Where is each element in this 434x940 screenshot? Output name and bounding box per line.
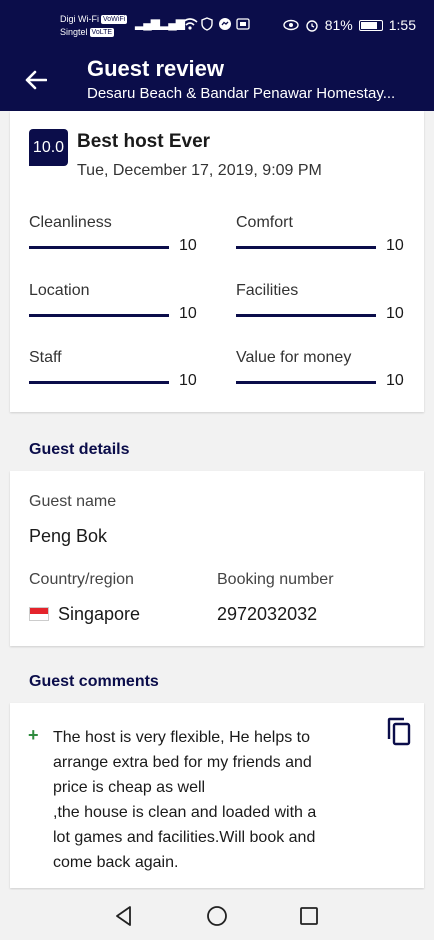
notification-icon — [236, 18, 250, 30]
rating-facilities: Facilities 10 — [236, 282, 416, 322]
messenger-icon — [219, 18, 231, 30]
rating-value: 10 — [179, 237, 197, 254]
battery-icon — [358, 19, 383, 31]
review-date: Tue, December 17, 2019, 9:09 PM — [77, 162, 322, 179]
rating-bar — [29, 381, 169, 384]
nav-back-icon[interactable] — [112, 904, 136, 928]
system-nav-bar — [0, 890, 434, 940]
booking-number-label: Booking number — [217, 571, 334, 588]
alarm-icon — [306, 20, 318, 32]
arrow-left-icon — [25, 70, 47, 90]
country-value: Singapore — [58, 604, 141, 624]
guest-name: Peng Bok — [29, 526, 108, 546]
status-right: 81% 1:55 — [283, 17, 416, 33]
rating-location: Location 10 — [29, 282, 209, 322]
plus-icon: + — [28, 725, 39, 745]
guest-comments-card: + The host is very flexible, He helps to… — [10, 703, 424, 888]
booking-number: 2972032032 — [217, 604, 318, 624]
guest-details-heading: Guest details — [29, 441, 130, 458]
clock: 1:55 — [388, 17, 416, 33]
review-title: Best host Ever — [77, 131, 211, 152]
carrier2-tag: VoLTE — [89, 28, 115, 38]
back-button[interactable] — [16, 60, 56, 100]
property-name: Desaru Beach & Bandar Penawar Homestay..… — [87, 85, 396, 102]
carrier1-name: Digi Wi-Fi — [60, 14, 99, 24]
rating-staff: Staff 10 — [29, 349, 209, 389]
singapore-flag-icon — [29, 607, 49, 621]
guest-comments-heading: Guest comments — [29, 673, 159, 690]
shield-icon — [201, 17, 213, 31]
rating-value: 10 — [386, 305, 404, 322]
rating-comfort: Comfort 10 — [236, 214, 416, 254]
rating-value: 10 — [386, 237, 404, 254]
eye-icon — [283, 19, 299, 31]
guest-name-label: Guest name — [29, 493, 117, 510]
copy-button[interactable] — [385, 717, 415, 747]
rating-value: 10 — [386, 372, 404, 389]
signal-icon-2: ▂▄▆ — [160, 16, 185, 30]
comment-text: The host is very flexible, He helps to a… — [53, 729, 317, 871]
rating-value-for-money: Value for money 10 — [236, 349, 416, 389]
rating-bar — [29, 314, 169, 317]
rating-cleanliness: Cleanliness 10 — [29, 214, 209, 254]
status-bar: Digi Wi-Fi VoWiFi Singtel VoLTE ▂▄▆ ▂▄▆ 81… — [0, 0, 434, 52]
rating-bar — [236, 246, 376, 249]
app-header: Guest review Desaru Beach & Bandar Penaw… — [0, 52, 434, 111]
rating-label: Comfort — [236, 214, 293, 231]
nav-recents-icon[interactable] — [297, 904, 321, 928]
nav-home-icon[interactable] — [205, 904, 229, 928]
battery-percent: 81% — [324, 17, 353, 33]
copy-icon — [387, 717, 411, 746]
wifi-icon — [182, 18, 198, 30]
country-label: Country/region — [29, 571, 134, 588]
rating-label: Value for money — [236, 349, 352, 366]
rating-value: 10 — [179, 372, 197, 389]
review-card: 10.0 Best host Ever Tue, December 17, 20… — [10, 111, 424, 412]
carrier1-tag: VoWiFi — [101, 15, 128, 25]
carrier-info: Digi Wi-Fi VoWiFi Singtel VoLTE — [60, 13, 128, 39]
carrier2-name: Singtel — [60, 27, 88, 37]
rating-bar — [236, 314, 376, 317]
score-badge: 10.0 — [29, 129, 68, 166]
rating-label: Facilities — [236, 282, 299, 299]
signal-icon: ▂▄▆ — [135, 16, 160, 30]
rating-bar — [29, 246, 169, 249]
rating-label: Staff — [29, 349, 62, 366]
rating-value: 10 — [179, 305, 197, 322]
rating-label: Cleanliness — [29, 214, 112, 231]
guest-details-card: Guest name Peng Bok Country/region Singa… — [10, 471, 424, 646]
rating-label: Location — [29, 282, 90, 299]
page-title: Guest review — [87, 56, 224, 81]
rating-bar — [236, 381, 376, 384]
